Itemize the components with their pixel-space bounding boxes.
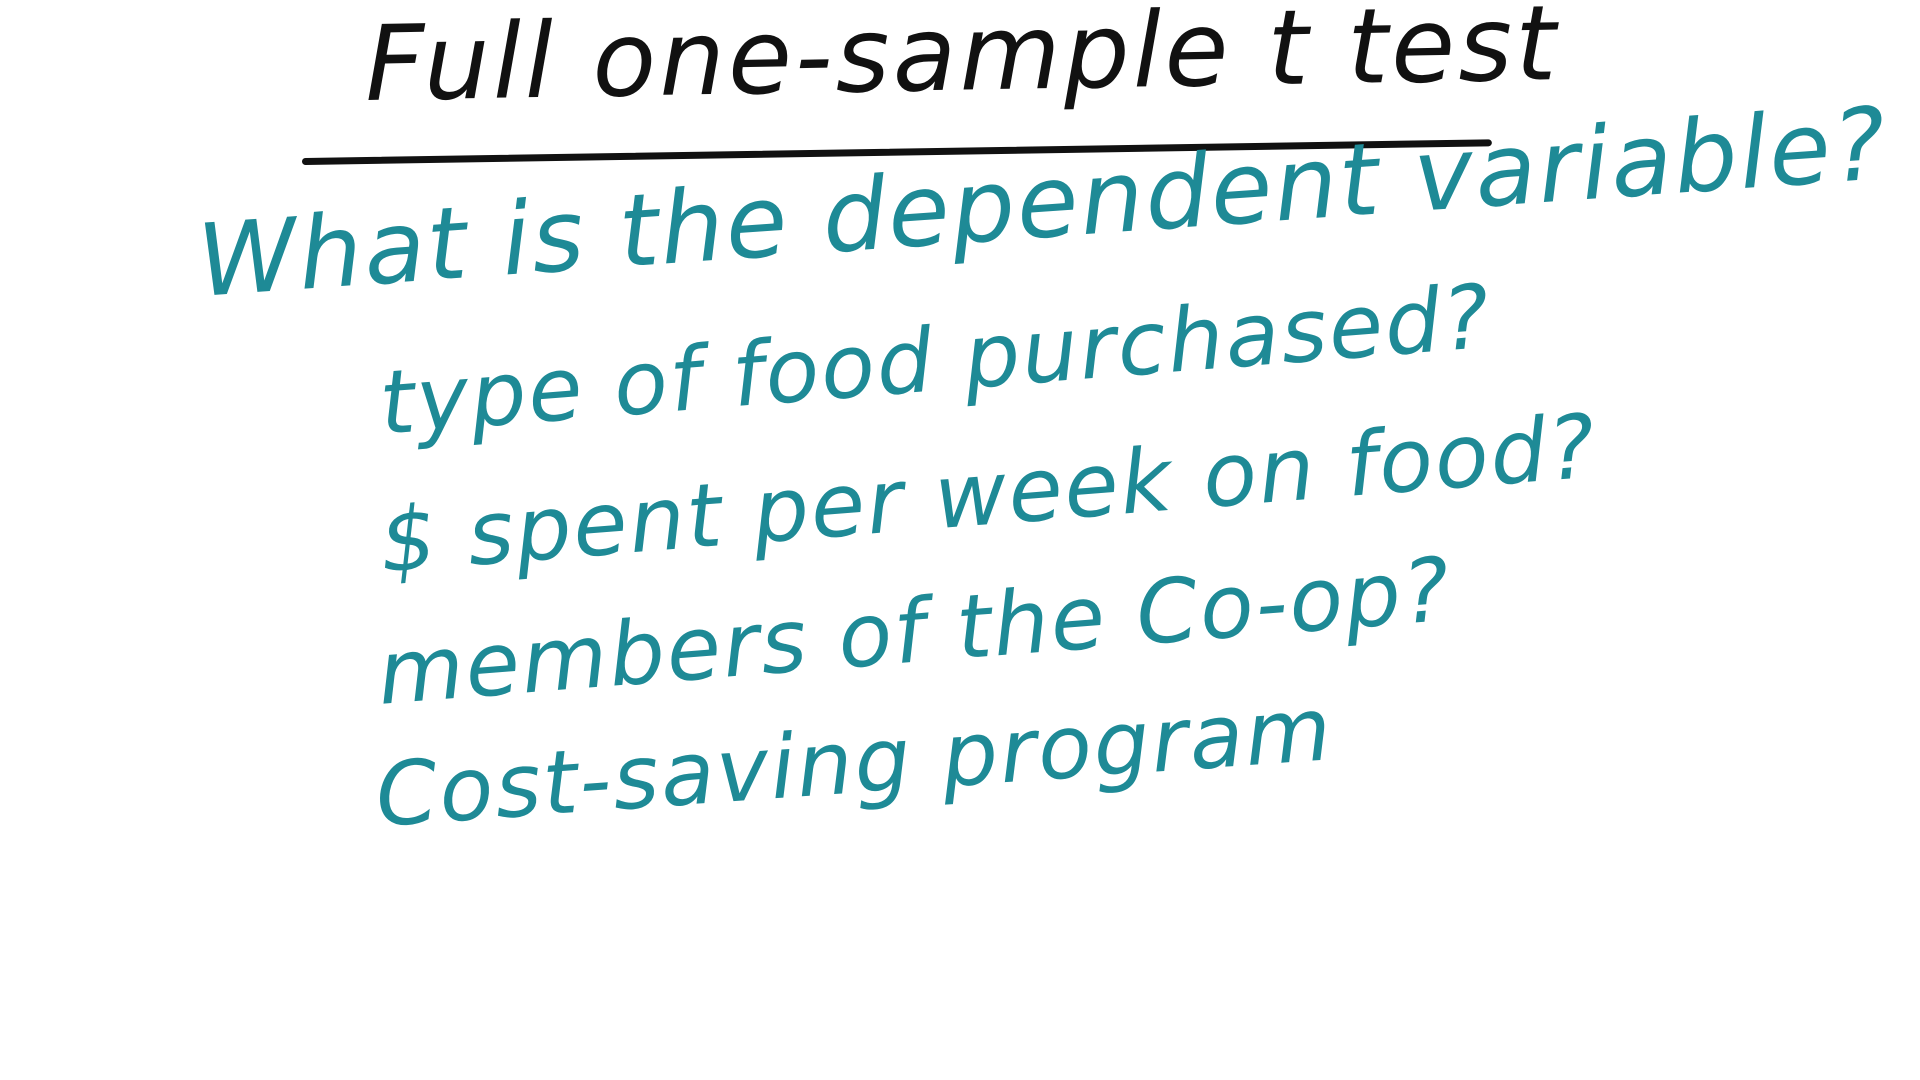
whiteboard-canvas: Full one-sample t test What is the depen… xyxy=(0,0,1920,1080)
question-text: What is the dependent variable? xyxy=(193,85,1892,320)
board-title: Full one-sample t test xyxy=(363,0,1561,125)
